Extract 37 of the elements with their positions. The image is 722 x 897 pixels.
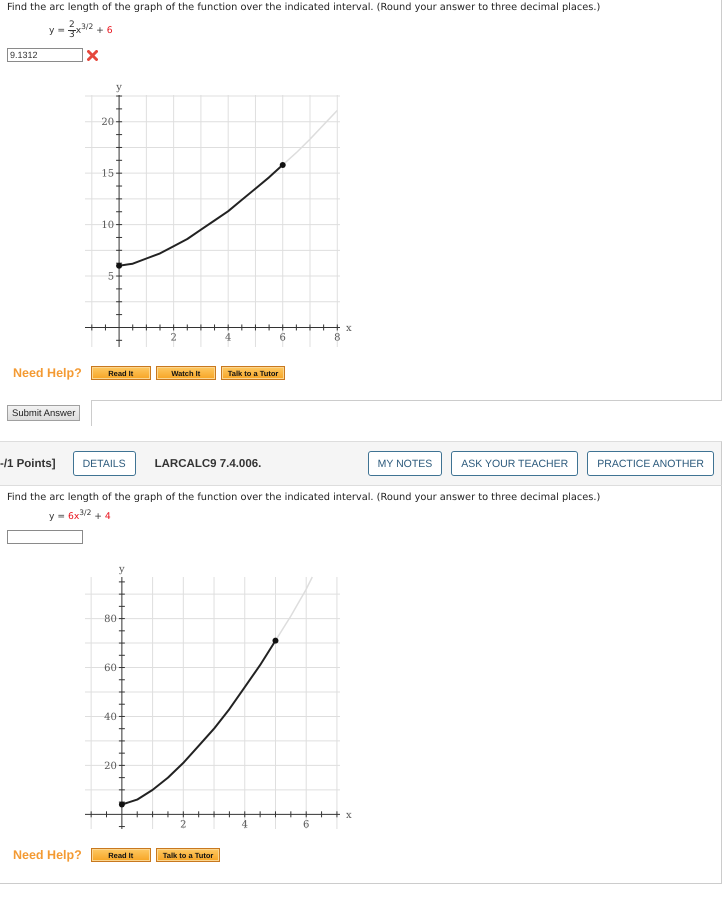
axis-label: y [119,564,125,575]
submit-answer-button[interactable]: Submit Answer [7,405,80,421]
action-button[interactable]: PRACTICE ANOTHER [587,451,714,476]
answer-field[interactable]: 9.1312 [7,48,83,62]
answer-field[interactable] [7,530,83,544]
endpoint-dot [272,638,278,644]
action-button[interactable]: MY NOTES [368,451,442,476]
formula: y = 6x$^{3/2}$ + 4 [49,511,111,523]
tick-label: 15 [101,168,114,180]
tick-label: 5 [108,272,114,283]
tick-label: 20 [101,117,114,128]
tick-label: 8 [334,332,340,344]
endpoint-dot [280,162,286,168]
tick-label: 80 [104,614,117,626]
need-help-label: Need Help? [13,366,82,380]
tick-label: 4 [225,332,232,344]
action-button[interactable]: ASK YOUR TEACHER [451,451,578,476]
tick-label: 60 [104,663,117,674]
tick-label: 4 [242,819,248,830]
endpoint-dot [116,262,122,269]
problem-reference: LARCALC9 7.4.006. [154,458,262,470]
question-text: Find the arc length of the graph of the function over the indicated interval. (Round your answer to three decimal places.) [6,1,602,14]
question-text: Find the arc length of the graph of the function over the indicated interval. (Round your answer to three decimal places.) [6,491,602,504]
tick-label: 2 [170,332,177,344]
tick-label: 40 [104,712,117,723]
details-button[interactable]: DETAILS [72,451,136,476]
axis-label: x [346,322,352,334]
tick-label: 20 [104,760,117,772]
axis-label: y [116,82,122,93]
tick-label: 10 [101,220,114,232]
tick-label: 2 [180,819,186,830]
need-help-label: Need Help? [13,848,82,862]
tick-label: 6 [303,819,310,830]
points-label: -/1 Points] [0,458,56,470]
axis-label: x [346,810,352,821]
endpoint-dot [118,802,125,808]
tick-label: 6 [280,332,286,344]
